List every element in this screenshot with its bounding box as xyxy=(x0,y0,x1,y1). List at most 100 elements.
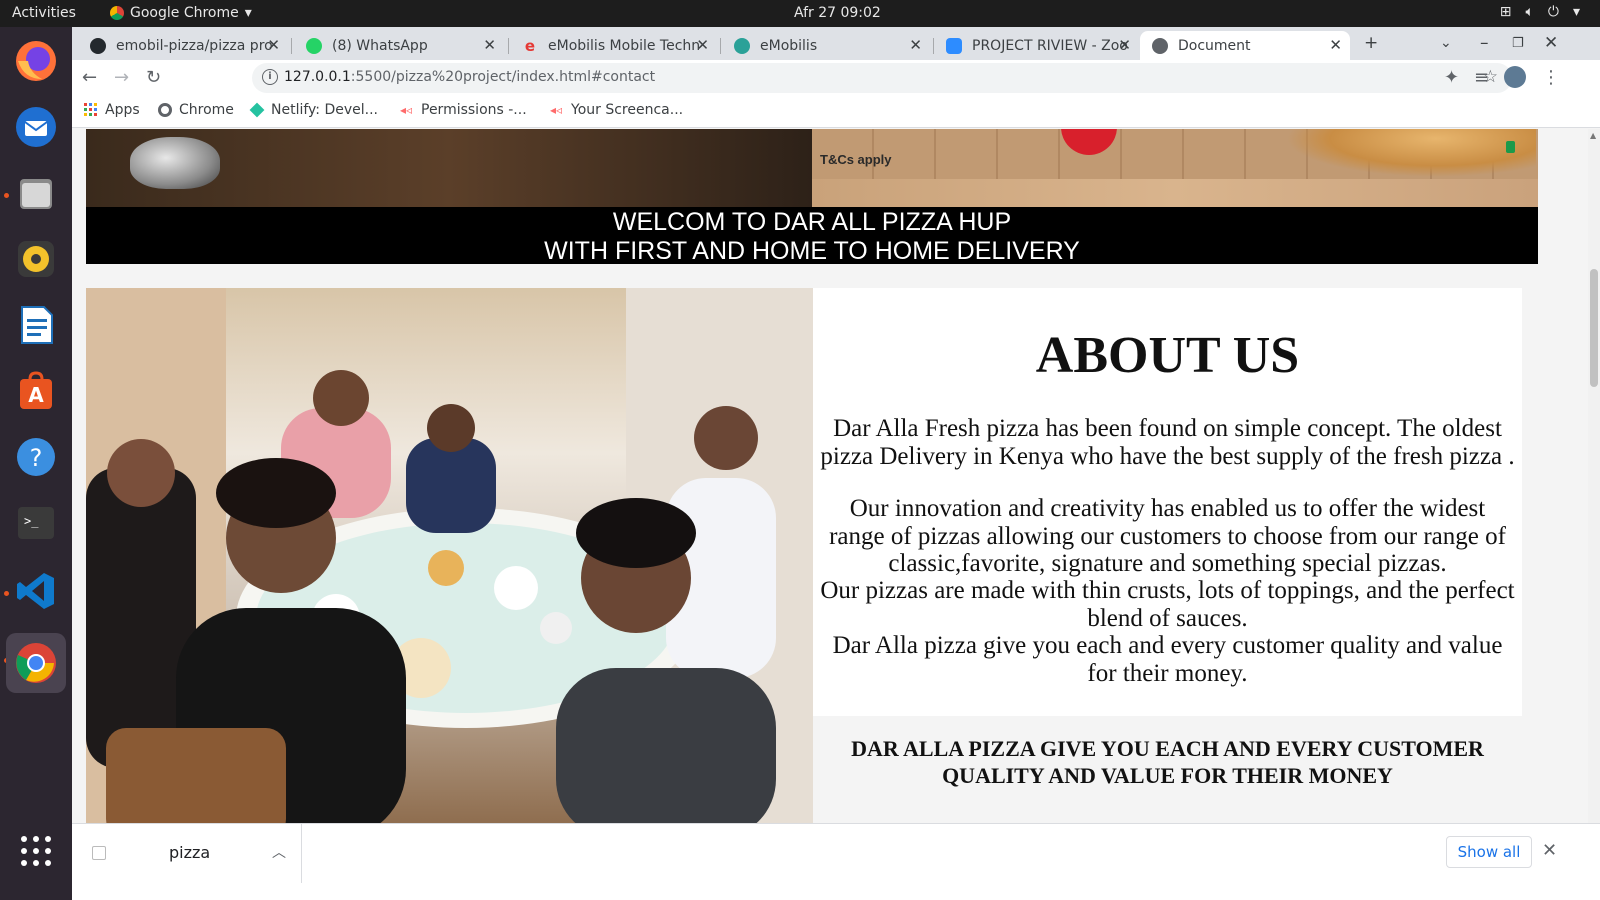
close-tab-icon[interactable]: ✕ xyxy=(909,36,922,54)
network-icon[interactable]: ⊞ xyxy=(1500,4,1512,20)
tab-whatsapp[interactable]: (8) WhatsApp ✕ xyxy=(294,31,504,60)
bookmark-apps[interactable]: Apps xyxy=(84,102,140,118)
veg-mark xyxy=(1506,141,1515,153)
tab-separator xyxy=(291,38,292,54)
app-menu-label: Google Chrome xyxy=(130,5,239,21)
bookmark-label: Permissions -... xyxy=(421,102,527,118)
globe-icon xyxy=(734,37,750,54)
tab-github[interactable]: emobil-pizza/pizza pro ✕ xyxy=(78,31,288,60)
firefox-icon[interactable] xyxy=(12,37,60,85)
running-indicator xyxy=(4,193,9,198)
tab-title: Document xyxy=(1178,37,1251,54)
hero-banner-image: T&Cs apply xyxy=(86,129,1538,207)
bookmark-label: Chrome xyxy=(179,102,234,118)
restore-icon[interactable]: ❐ xyxy=(1512,36,1524,51)
close-tab-icon[interactable]: ✕ xyxy=(483,36,496,54)
page-scrollbar[interactable]: ▲ ▼ xyxy=(1588,129,1600,839)
svg-text:?: ? xyxy=(30,444,43,472)
clock[interactable]: Afr 27 09:02 xyxy=(794,5,881,21)
reload-icon[interactable]: ↻ xyxy=(146,67,161,88)
back-icon[interactable]: ← xyxy=(82,67,97,88)
tab-zoom[interactable]: PROJECT RIVIEW - Zoo ✕ xyxy=(934,31,1139,60)
tab-emobilis-tech[interactable]: e eMobilis Mobile Techn ✕ xyxy=(510,31,717,60)
thunderbird-icon[interactable] xyxy=(12,103,60,151)
bookmarks-bar: Apps Chrome Netlify: Devel... ◂◃ Permiss… xyxy=(72,96,1600,128)
app-menu[interactable]: Google Chrome ▾ xyxy=(110,5,252,21)
ubuntu-software-icon[interactable]: A xyxy=(12,367,60,415)
about-us-section: ABOUT US Dar Alla Fresh pizza has been f… xyxy=(813,288,1522,716)
menu-kebab-icon[interactable]: ⋮ xyxy=(1542,67,1560,88)
chrome-icon[interactable] xyxy=(6,633,66,693)
media-control-icon[interactable]: ≡ xyxy=(1474,67,1489,88)
volume-icon[interactable]: 🔈︎ xyxy=(1525,4,1533,20)
whatsapp-icon xyxy=(306,37,322,54)
close-window-icon[interactable]: ✕ xyxy=(1544,33,1558,53)
site-info-icon[interactable]: i xyxy=(262,69,278,85)
profile-avatar[interactable] xyxy=(1504,66,1526,88)
new-tab-icon[interactable]: + xyxy=(1364,33,1378,53)
close-tab-icon[interactable]: ✕ xyxy=(696,36,709,54)
screencastify-icon: ◂◃ xyxy=(550,103,563,117)
chevron-up-icon[interactable]: ︿ xyxy=(272,842,286,862)
forward-icon[interactable]: → xyxy=(114,67,129,88)
bookmark-permissions[interactable]: ◂◃ Permissions -... xyxy=(400,102,527,118)
activities-button[interactable]: Activities xyxy=(12,5,76,21)
tab-document[interactable]: Document ✕ xyxy=(1140,31,1350,60)
help-icon[interactable]: ? xyxy=(12,433,60,481)
tab-separator xyxy=(720,38,721,54)
screencastify-icon: ◂◃ xyxy=(400,103,413,117)
rhythmbox-icon[interactable] xyxy=(12,235,60,283)
bookmark-label: Netlify: Devel... xyxy=(271,102,379,118)
show-applications-icon[interactable] xyxy=(12,827,60,875)
terms-note: T&Cs apply xyxy=(820,152,892,167)
close-icon[interactable]: ✕ xyxy=(1542,840,1557,861)
globe-icon xyxy=(1152,37,1168,54)
about-us-heading: ABOUT US xyxy=(1035,327,1300,384)
url-text[interactable]: 127.0.0.1:5500/pizza%20project/index.htm… xyxy=(284,69,655,85)
chrome-icon xyxy=(158,103,172,117)
tab-title: emobil-pizza/pizza pro xyxy=(116,37,273,54)
about-paragraph: Dar Alla Fresh pizza has been found on s… xyxy=(820,415,1515,470)
tagline-heading: DAR ALLA PIZZA GIVE YOU EACH AND EVERY C… xyxy=(851,736,1484,788)
netlify-icon xyxy=(249,102,265,118)
bookmark-chrome[interactable]: Chrome xyxy=(158,102,234,118)
close-tab-icon[interactable]: ✕ xyxy=(1329,36,1342,54)
tab-emobilis[interactable]: eMobilis ✕ xyxy=(722,31,930,60)
extensions-icon[interactable]: ✦ xyxy=(1444,67,1459,88)
zoom-icon xyxy=(946,37,962,54)
emobilis-icon: e xyxy=(524,36,536,55)
libreoffice-writer-icon[interactable] xyxy=(12,301,60,349)
files-icon[interactable] xyxy=(12,169,60,217)
bookmark-label: Apps xyxy=(105,102,140,118)
tab-strip: emobil-pizza/pizza pro ✕ (8) WhatsApp ✕ … xyxy=(72,27,1600,60)
svg-text:>_: >_ xyxy=(24,514,39,528)
bookmark-netlify[interactable]: Netlify: Devel... xyxy=(249,102,379,118)
scrollbar-thumb[interactable] xyxy=(1590,269,1598,387)
kettle-image xyxy=(130,137,220,189)
terminal-icon[interactable]: >_ xyxy=(12,499,60,547)
url-path: :5500/pizza%20project/index.html#contact xyxy=(350,69,656,85)
tab-title: eMobilis xyxy=(760,37,818,54)
tab-title: PROJECT RIVIEW - Zoo xyxy=(972,37,1128,54)
vscode-icon[interactable] xyxy=(12,567,60,615)
close-tab-icon[interactable]: ✕ xyxy=(267,36,280,54)
download-item[interactable]: pizza ︿ xyxy=(72,824,302,883)
address-bar[interactable]: i 127.0.0.1:5500/pizza%20project/index.h… xyxy=(252,63,1512,93)
file-icon xyxy=(92,846,106,860)
url-host: 127.0.0.1 xyxy=(284,69,351,85)
show-all-button[interactable]: Show all xyxy=(1446,836,1532,868)
minimize-icon[interactable]: – xyxy=(1480,33,1489,53)
bookmark-label: Your Screenca... xyxy=(571,102,684,118)
scroll-up-icon[interactable]: ▲ xyxy=(1590,131,1596,140)
welcome-line-2: WITH FIRST AND HOME TO HOME DELIVERY xyxy=(544,237,1080,265)
running-indicator xyxy=(4,591,9,596)
tab-search-icon[interactable]: ⌄ xyxy=(1440,35,1452,51)
bookmark-screencastify[interactable]: ◂◃ Your Screenca... xyxy=(550,102,683,118)
tab-title: (8) WhatsApp xyxy=(332,37,428,54)
chevron-down-icon[interactable]: ▾ xyxy=(1573,4,1580,20)
close-tab-icon[interactable]: ✕ xyxy=(1118,36,1131,54)
system-tray[interactable]: ⊞ 🔈︎ ⏻ ▾ xyxy=(1500,4,1580,20)
power-icon[interactable]: ⏻ xyxy=(1548,4,1559,20)
chevron-down-icon: ▾ xyxy=(244,5,252,21)
download-file-name: pizza xyxy=(169,843,211,862)
